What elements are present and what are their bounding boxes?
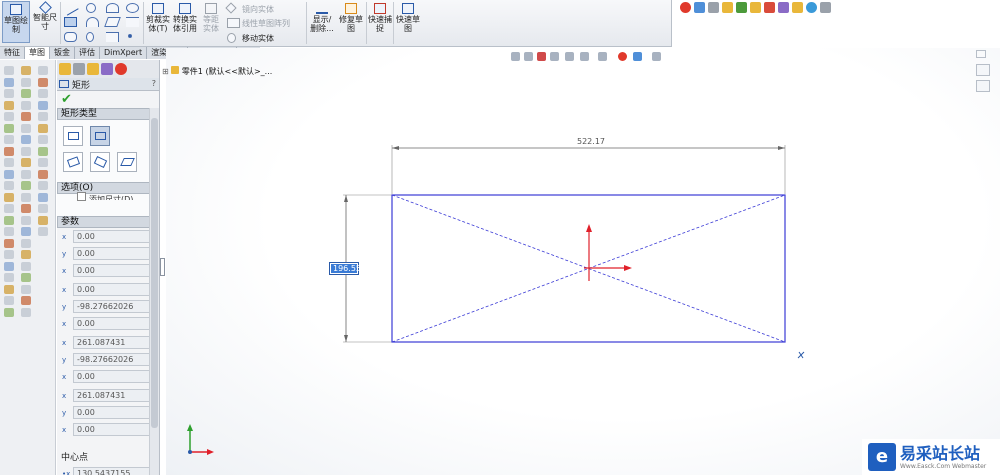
- sketch-canvas: [187, 145, 805, 455]
- width-dimension[interactable]: [391, 145, 786, 194]
- height-dimension-text[interactable]: 196.55: [331, 264, 361, 273]
- width-dimension-text[interactable]: 522.17: [577, 137, 605, 146]
- logo-name: 易采站长站: [900, 443, 981, 463]
- watermark-logo: e 易采站长站 Www.Easck.Com Webmaster: [862, 439, 1000, 475]
- logo-url: Www.Easck.Com Webmaster: [900, 462, 987, 470]
- cursor-icon: [797, 351, 805, 359]
- logo-badge: e: [868, 443, 896, 471]
- height-dimension-edit-box[interactable]: 196.55: [329, 262, 361, 275]
- axis-triad-icon: [187, 424, 214, 455]
- origin-icon: [584, 224, 632, 281]
